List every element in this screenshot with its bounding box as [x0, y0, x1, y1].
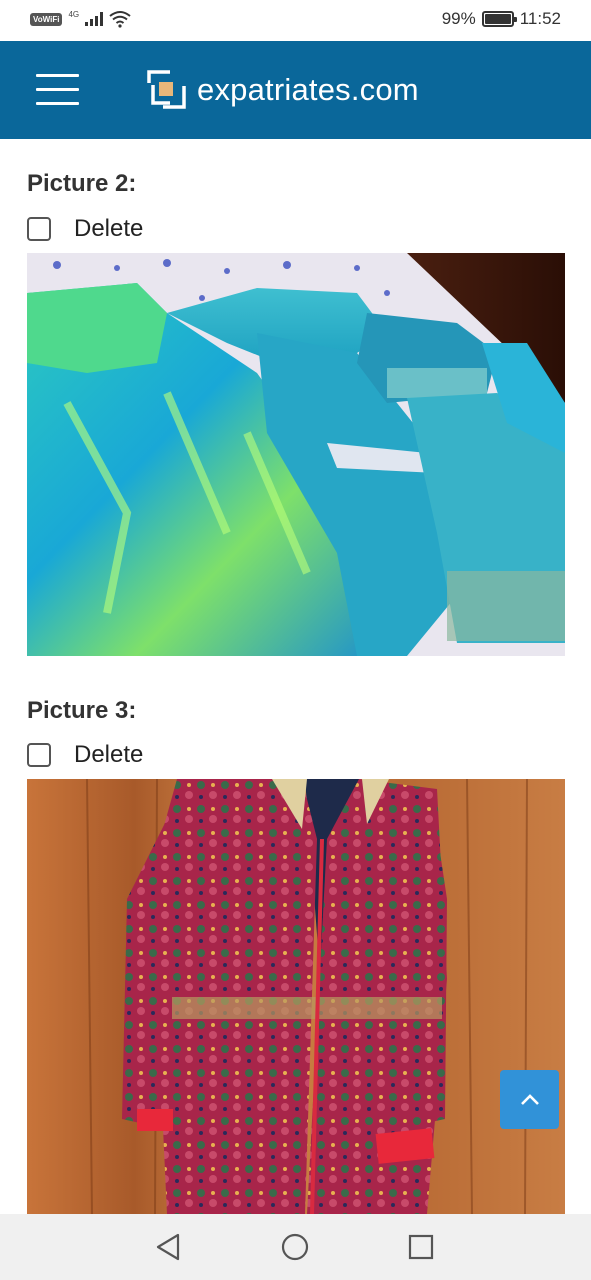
picture-3-delete-label: Delete	[74, 741, 144, 768]
picture-2-delete-row: Delete	[27, 215, 143, 243]
back-triangle-icon[interactable]	[152, 1230, 186, 1264]
wifi-icon	[109, 11, 131, 28]
status-bar: VoWiFi 4G 99% 11:52	[0, 0, 591, 41]
scroll-to-top-button[interactable]	[500, 1070, 559, 1129]
picture-2-title: Picture 2:	[27, 170, 137, 197]
logo-mark-icon	[147, 70, 186, 109]
picture-3-delete-row: Delete	[27, 741, 143, 769]
picture-2-delete-checkbox[interactable]	[27, 217, 51, 241]
picture-2-delete-label: Delete	[74, 215, 144, 242]
android-nav-bar	[0, 1214, 591, 1280]
vowifi-badge: VoWiFi	[30, 12, 63, 26]
signal-icon	[85, 12, 104, 26]
brand-name: expatriates.com	[197, 71, 419, 107]
status-left: VoWiFi 4G	[30, 10, 131, 28]
picture-3-title: Picture 3:	[27, 697, 137, 724]
network-type: 4G	[68, 9, 80, 19]
battery-icon	[481, 11, 517, 27]
status-right: 99% 11:52	[442, 9, 561, 29]
picture-2-image	[27, 253, 565, 656]
clock: 11:52	[519, 9, 561, 28]
site-header: expatriates.com	[0, 41, 591, 139]
picture-3-delete-checkbox[interactable]	[27, 743, 51, 767]
site-logo[interactable]: expatriates.com	[146, 69, 419, 110]
chevron-up-icon	[520, 1093, 539, 1105]
battery-percent: 99%	[441, 9, 476, 28]
home-circle-icon[interactable]	[278, 1230, 312, 1264]
picture-3-image	[27, 779, 565, 1214]
recents-square-icon[interactable]	[404, 1230, 438, 1264]
hamburger-menu-icon[interactable]	[36, 74, 79, 106]
